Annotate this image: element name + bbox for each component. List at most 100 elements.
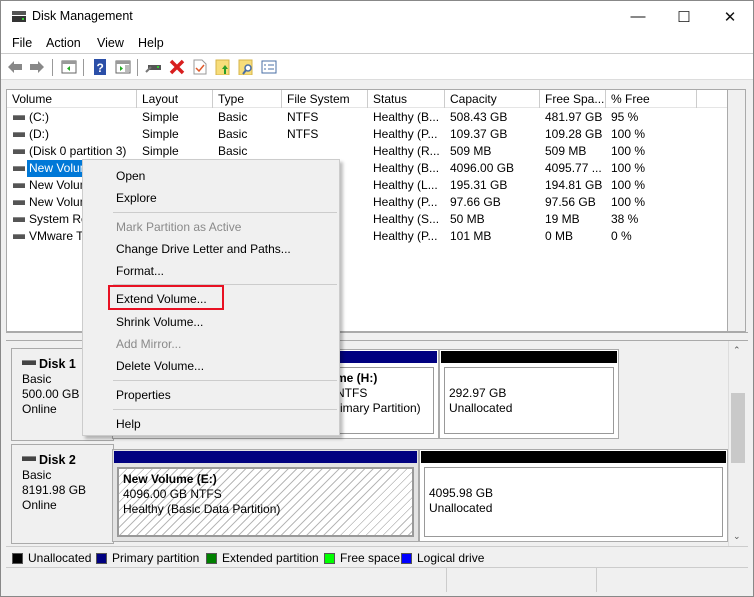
primary-partition-bar xyxy=(114,451,417,463)
scroll-down-icon[interactable]: ⌄ xyxy=(733,531,741,542)
disk-2-label[interactable]: Disk 2 Basic 8191.98 GB Online xyxy=(11,444,114,544)
volume-list-header: Volume Layout Type File System Status Ca… xyxy=(7,90,727,108)
unallocated-bar xyxy=(421,451,726,463)
volume-icon xyxy=(13,200,25,205)
disk-state: Online xyxy=(22,402,57,416)
cell-status: Healthy (S... xyxy=(373,212,440,226)
volume-row[interactable]: (D:) Simple Basic NTFS Healthy (P... 109.37 G… xyxy=(7,126,727,143)
legend-label: Primary partition xyxy=(112,551,200,565)
volume-row[interactable]: (C:) Simple Basic NTFS Healthy (B... 508.43 G… xyxy=(7,109,727,126)
disk-management-window: Disk Management — ☐ ✕ File Action View H… xyxy=(0,0,754,597)
partition-size: 292.97 GB xyxy=(449,386,507,400)
menu-item-extend-volume[interactable]: Extend Volume... xyxy=(116,291,207,307)
disk-name: Disk 1 xyxy=(39,357,76,371)
partition-size: 4095.98 GB xyxy=(429,486,494,500)
column-header-file-system[interactable]: File System xyxy=(282,90,368,108)
column-header-layout[interactable]: Layout xyxy=(137,90,213,108)
column-header-free-space[interactable]: Free Spa... xyxy=(540,90,606,108)
disk-size: 500.00 GB xyxy=(22,387,80,401)
volume-row[interactable]: (Disk 0 partition 3) Simple Basic Healthy (… xyxy=(7,143,727,160)
cell-capacity: 508.43 GB xyxy=(450,110,508,124)
column-header-volume[interactable]: Volume xyxy=(7,90,137,108)
connect-disk-icon xyxy=(145,65,161,73)
cell-fs: NTFS xyxy=(287,127,319,141)
cell-pct: 38 % xyxy=(611,212,639,226)
action-pane-button[interactable] xyxy=(114,58,132,76)
menu-action[interactable]: Action xyxy=(46,36,81,50)
toolbar-separator xyxy=(137,59,138,76)
menu-item-delete-volume[interactable]: Delete Volume... xyxy=(116,358,204,374)
menu-item-format[interactable]: Format... xyxy=(116,263,164,279)
folder-search-button[interactable] xyxy=(237,58,255,76)
cell-capacity: 509 MB xyxy=(450,144,492,158)
help-button[interactable]: ? xyxy=(91,58,109,76)
volume-icon xyxy=(13,149,25,154)
menu-item-change-drive-letter-and-paths[interactable]: Change Drive Letter and Paths... xyxy=(116,241,291,257)
forward-button[interactable] xyxy=(28,58,46,76)
partition-fs: 4096.00 GB NTFS xyxy=(123,487,222,501)
disk-map-scrollbar[interactable]: ⌃ ⌄ xyxy=(728,341,746,546)
back-button[interactable] xyxy=(6,58,24,76)
partition-info-selected: New Volume (E:) 4096.00 GB NTFS Healthy … xyxy=(117,467,414,537)
cell-free: 4095.77 ... xyxy=(545,161,602,175)
menu-item-explore[interactable]: Explore xyxy=(116,190,157,206)
partition-fs: NTFS xyxy=(336,386,368,400)
menu-item-shrink-volume[interactable]: Shrink Volume... xyxy=(116,314,203,330)
console-tree-button[interactable] xyxy=(60,58,78,76)
cell-pct: 95 % xyxy=(611,110,639,124)
cell-volume: (Disk 0 partition 3) xyxy=(29,144,127,158)
cell-capacity: 109.37 GB xyxy=(450,127,508,141)
menu-item-properties[interactable]: Properties xyxy=(116,387,171,403)
cell-free: 0 MB xyxy=(545,229,574,243)
maximize-button[interactable]: ☐ xyxy=(661,1,707,32)
cell-type: Basic xyxy=(218,127,248,141)
partition-disk2-e[interactable]: New Volume (E:) 4096.00 GB NTFS Healthy … xyxy=(112,449,419,542)
svg-text:?: ? xyxy=(97,61,104,75)
volume-icon xyxy=(13,132,25,137)
legend-label: Unallocated xyxy=(28,551,92,565)
folder-search-icon xyxy=(238,59,253,75)
column-header-type[interactable]: Type xyxy=(213,90,282,108)
cell-type: Basic xyxy=(218,144,248,158)
cell-capacity: 97.66 GB xyxy=(450,195,501,209)
partition-disk1-unallocated[interactable]: 292.97 GB Unallocated xyxy=(439,349,619,439)
partition-title: New Volume (E:) xyxy=(123,472,217,486)
partition-status: Unallocated xyxy=(449,401,513,415)
cell-pct: 100 % xyxy=(611,195,646,209)
column-header-status[interactable]: Status xyxy=(368,90,445,108)
scroll-up-icon[interactable]: ⌃ xyxy=(733,345,741,356)
forward-icon xyxy=(30,61,44,73)
menu-help[interactable]: Help xyxy=(138,36,164,50)
title-bar: Disk Management — ☐ ✕ xyxy=(1,1,753,32)
folder-up-button[interactable] xyxy=(214,58,232,76)
cell-fs: NTFS xyxy=(287,110,319,124)
legend-label: Extended partition xyxy=(222,551,319,565)
connect-disk-button[interactable] xyxy=(145,58,163,76)
properties-list-button[interactable] xyxy=(260,58,278,76)
legend-extended: Extended partition xyxy=(206,551,319,565)
close-button[interactable]: ✕ xyxy=(707,1,753,32)
delete-button[interactable] xyxy=(168,58,186,76)
column-header-percent-free[interactable]: % Free xyxy=(606,90,697,108)
back-icon xyxy=(8,61,22,73)
partition-disk2-unallocated[interactable]: 4095.98 GB Unallocated xyxy=(419,449,728,542)
maximize-icon: ☐ xyxy=(677,8,691,26)
menu-item-add-mirror: Add Mirror... xyxy=(116,337,182,351)
volume-icon xyxy=(13,217,25,222)
menu-item-open[interactable]: Open xyxy=(116,168,145,184)
folder-up-icon xyxy=(215,59,230,75)
show-hide-console-tree-icon xyxy=(61,60,77,74)
column-header-capacity[interactable]: Capacity xyxy=(445,90,540,108)
cell-type: Basic xyxy=(218,110,248,124)
volume-list-scrollbar[interactable] xyxy=(728,89,746,332)
check-button[interactable] xyxy=(191,58,209,76)
minimize-button[interactable]: — xyxy=(615,1,661,32)
cell-pct: 100 % xyxy=(611,161,646,175)
menu-file[interactable]: File xyxy=(12,36,32,50)
menu-view[interactable]: View xyxy=(97,36,124,50)
legend-swatch xyxy=(324,552,335,564)
legend-swatch xyxy=(12,552,23,564)
legend: Unallocated Primary partition Extended p… xyxy=(6,546,748,568)
scrollbar-thumb[interactable] xyxy=(731,393,745,463)
menu-item-help[interactable]: Help xyxy=(116,416,141,432)
